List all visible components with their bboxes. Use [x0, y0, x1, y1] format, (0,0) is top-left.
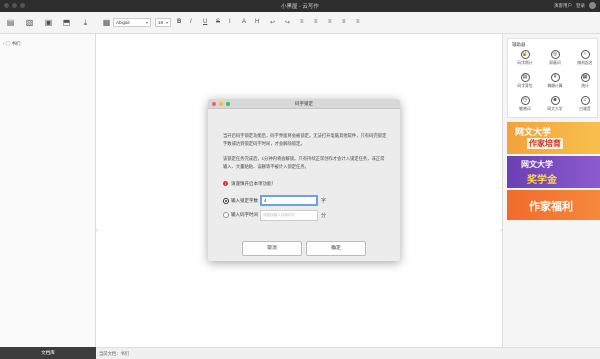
banner-title: 网文大学: [521, 160, 553, 169]
word-count-radio[interactable]: [223, 198, 229, 204]
tool-label: 稿酬计算: [547, 84, 563, 88]
tool-item[interactable]: ♫ 白噪音: [571, 96, 599, 118]
tool-item[interactable]: ◎ 屏蔽词: [541, 50, 569, 72]
tool-label: 敏感词: [519, 107, 531, 111]
banner-title: 作家福利: [529, 200, 573, 213]
tool-item[interactable]: ▤ 码字背包: [511, 73, 539, 95]
time-input[interactable]: 请直接输入持续时长: [260, 210, 318, 221]
tools-box: 辅助器 🔒 码字倒计 ◎ 屏蔽词 ○ 随机起名 ▤ 码字背包 ¥ 稿酬计算 ▦ 统计 ◷ 敏感词 ☻ 网文大学…: [507, 38, 598, 118]
time-radio[interactable]: [223, 212, 229, 218]
banner-writer-benefits[interactable]: 作家福利: [507, 190, 600, 220]
toolbar: ▤ ▧ ▣ ⬒ ⤓ ▦ Abigail ▾ 18 ▾ B I U S I A H ↩…: [0, 12, 600, 34]
banner-title: 网文大学: [515, 128, 552, 138]
import-icon[interactable]: ▧: [25, 18, 34, 27]
line-spacing-icon[interactable]: ≡: [356, 19, 360, 25]
window-titlebar: 小黑屋 - 云写作 演客用户 登录: [0, 0, 600, 12]
dialog-titlebar: 码字锁定: [208, 99, 400, 109]
bold-button[interactable]: B: [177, 19, 181, 25]
collapse-left-icon[interactable]: ‹: [96, 228, 98, 234]
tool-label: 码字倒计: [517, 61, 533, 65]
tool-label: 白噪音: [579, 107, 591, 111]
banner-writer-training[interactable]: 网文大学 作家培育: [507, 122, 600, 154]
time-unit: 分: [321, 213, 327, 219]
view-icon[interactable]: ▦: [102, 18, 111, 27]
target-icon: ◎: [550, 50, 560, 59]
avatar[interactable]: [589, 2, 596, 9]
align-center-icon[interactable]: ≡: [314, 19, 318, 25]
warning-text: 请谨慎开启本项功能！: [231, 181, 276, 186]
tool-label: 码字背包: [517, 84, 533, 88]
coin-icon: ¥: [550, 73, 560, 82]
font-color-button[interactable]: A: [242, 19, 246, 25]
clock-icon: ◷: [520, 96, 530, 105]
banner-scholarship[interactable]: 网文大学 奖学金: [507, 156, 600, 188]
status-bar: 当前文档：书们: [96, 347, 600, 359]
tool-item[interactable]: ○ 随机起名: [571, 50, 599, 72]
tool-item[interactable]: 🔒 码字倒计: [511, 50, 539, 72]
option-word-count[interactable]: 输入锁定字数: [223, 198, 258, 204]
new-book-icon[interactable]: ▤: [6, 18, 15, 27]
tool-label: 统计: [581, 84, 589, 88]
export-icon[interactable]: ▣: [44, 18, 53, 27]
time-label: 输入码字时间: [231, 212, 258, 217]
people-icon: ☻: [550, 96, 560, 105]
backup-icon[interactable]: ⬒: [62, 18, 71, 27]
sidebar: › ▢ 书们: [0, 34, 96, 347]
redo-icon[interactable]: ↪: [285, 19, 290, 26]
dialog-warning: ! 请谨慎开启本项功能！: [223, 181, 276, 187]
chevron-down-icon: ▾: [165, 20, 168, 25]
italic-button[interactable]: I: [190, 19, 192, 25]
font-size-select[interactable]: 18 ▾: [155, 18, 171, 27]
library-button[interactable]: 文档库: [0, 347, 96, 359]
confirm-button[interactable]: 确定: [306, 241, 366, 256]
dialog-title: 码字锁定: [295, 101, 313, 106]
tool-item[interactable]: ▦ 统计: [571, 73, 599, 95]
music-icon: ♫: [580, 96, 590, 105]
tool-label: 屏蔽词: [549, 61, 561, 65]
bag-icon: ▤: [520, 73, 530, 82]
book-icon: ▢: [5, 41, 11, 46]
tool-item[interactable]: ¥ 稿酬计算: [541, 73, 569, 95]
dialog-description-2: 该锁定任务完成后，1分钟内将会解锁。只有持续正常创作才会计入锁定任务，非正常输入…: [223, 156, 385, 169]
align-justify-icon[interactable]: ≡: [342, 19, 346, 25]
tools-title: 辅助器: [512, 42, 526, 47]
sidebar-book-label: 书们: [11, 41, 21, 46]
align-left-icon[interactable]: ≡: [300, 19, 304, 25]
strikethrough-button[interactable]: S: [216, 19, 220, 25]
highlight-button[interactable]: H: [255, 19, 259, 25]
banner-subtitle: 作家培育: [527, 138, 563, 149]
cancel-button[interactable]: 取消: [242, 241, 302, 256]
word-count-label: 输入锁定字数: [231, 198, 258, 203]
chevron-right-icon: ›: [3, 41, 5, 46]
dialog-description-1: 当开启码字锁定功能后，码字界面将会被锁定。无法打开电脑其他软件，只有码完锁定字数…: [223, 133, 387, 146]
word-count-input[interactable]: 4: [260, 195, 318, 206]
typing-lock-dialog: 码字锁定 当开启码字锁定功能后，码字界面将会被锁定。无法打开电脑其他软件，只有码…: [208, 99, 400, 261]
user-label[interactable]: 演客用户: [554, 3, 572, 9]
bubble-icon: ○: [580, 50, 590, 59]
underline-button[interactable]: U: [203, 19, 207, 25]
window-title: 小黑屋 - 云写作: [281, 4, 319, 10]
align-right-icon[interactable]: ≡: [328, 19, 332, 25]
tool-item[interactable]: ◷ 敏感词: [511, 96, 539, 118]
sidebar-book-item[interactable]: › ▢ 书们: [3, 41, 21, 47]
undo-icon[interactable]: ↩: [270, 19, 275, 26]
indent-button[interactable]: I: [229, 19, 231, 25]
tool-label: 随机起名: [577, 61, 593, 65]
banner-subtitle: 奖学金: [527, 175, 557, 186]
right-panel: 辅助器 🔒 码字倒计 ◎ 屏蔽词 ○ 随机起名 ▤ 码字背包 ¥ 稿酬计算 ▦ 统计 ◷ 敏感词 ☻ 网文大学…: [502, 34, 600, 347]
chevron-down-icon: ▾: [145, 20, 148, 25]
option-time[interactable]: 输入码字时间: [223, 212, 258, 218]
lock-icon: 🔒: [520, 50, 530, 59]
warning-icon: !: [223, 181, 228, 186]
tool-item[interactable]: ☻ 网文大学: [541, 96, 569, 118]
login-link[interactable]: 登录: [576, 3, 585, 9]
download-icon[interactable]: ⤓: [81, 18, 90, 27]
font-family-select[interactable]: Abigail ▾: [113, 18, 151, 27]
tool-label: 网文大学: [547, 107, 563, 111]
grid-icon: ▦: [580, 73, 590, 82]
word-count-unit: 字: [321, 198, 327, 204]
